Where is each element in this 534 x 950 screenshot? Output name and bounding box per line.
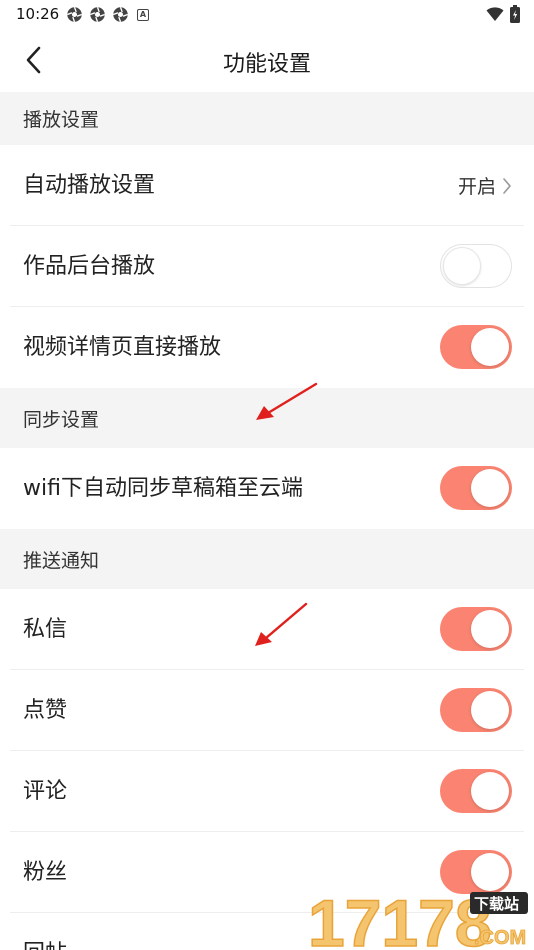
chevron-right-icon [503,177,511,194]
section-header-label: 同步设置 [23,409,100,431]
a-badge-icon: A [137,8,149,21]
battery-icon [510,5,520,23]
row-label: 作品后台播放 [23,254,156,279]
settings-screen: 10:26 A 功能设置 播放设置 自动播放设置 开启 作品后台播放 视频详情页… [0,0,534,950]
row-label: 回帖 [23,935,67,950]
toggle-knob [471,853,509,891]
nav-bar: 功能设置 [0,30,534,92]
section-header-playback: 播放设置 [0,92,534,145]
site-watermark-logo: 17178 下载站 .COM [307,888,528,950]
row-label: 点赞 [23,698,68,723]
likes-toggle[interactable] [440,688,512,732]
row-label: 评论 [23,779,68,804]
section-header-label: 播放设置 [23,109,100,131]
aperture-icon [90,7,105,22]
wifi-icon [486,7,504,21]
toggle-knob [471,772,509,810]
background-play-toggle[interactable] [440,244,512,288]
toggle-knob [471,691,509,729]
auto-play-status: 开启 [457,176,496,198]
settings-row-background-play: 作品后台播放 [0,226,534,307]
toggle-knob [443,247,481,285]
watermark-badge: 下载站 [474,895,519,913]
comments-toggle[interactable] [440,769,512,813]
section-header-push: 推送通知 [0,529,534,589]
section-header-label: 推送通知 [23,550,100,572]
toggle-knob [471,328,509,366]
detail-play-toggle[interactable] [440,325,512,369]
settings-row-auto-play[interactable]: 自动播放设置 开启 [0,145,534,226]
wifi-sync-toggle[interactable] [440,466,512,510]
private-message-toggle[interactable] [440,607,512,651]
settings-row-detail-play: 视频详情页直接播放 [0,307,534,388]
settings-row-likes: 点赞 [0,670,534,751]
row-label: 自动播放设置 [23,173,156,198]
toggle-knob [471,469,509,507]
aperture-icon [113,7,128,22]
annotation-arrow-icon [256,382,318,420]
toggle-knob [471,610,509,648]
aperture-icon [67,7,82,22]
settings-row-comments: 评论 [0,751,534,832]
settings-row-wifi-sync: wifi下自动同步草稿箱至云端 [0,448,534,529]
status-bar: 10:26 A [0,0,534,30]
watermark-suffix: .COM [474,927,526,949]
auto-play-value: 开启 [458,172,512,199]
row-label: wifi下自动同步草稿箱至云端 [23,476,303,501]
row-label: 私信 [23,617,68,642]
system-icons [486,5,520,23]
annotation-arrow-icon [255,602,308,646]
page-title: 功能设置 [222,52,311,77]
watermark-number: 17178 [308,888,492,950]
row-label: 视频详情页直接播放 [23,335,222,360]
row-label: 粉丝 [23,860,68,885]
status-time: 10:26 [16,5,60,23]
notification-icons: A [66,6,149,23]
